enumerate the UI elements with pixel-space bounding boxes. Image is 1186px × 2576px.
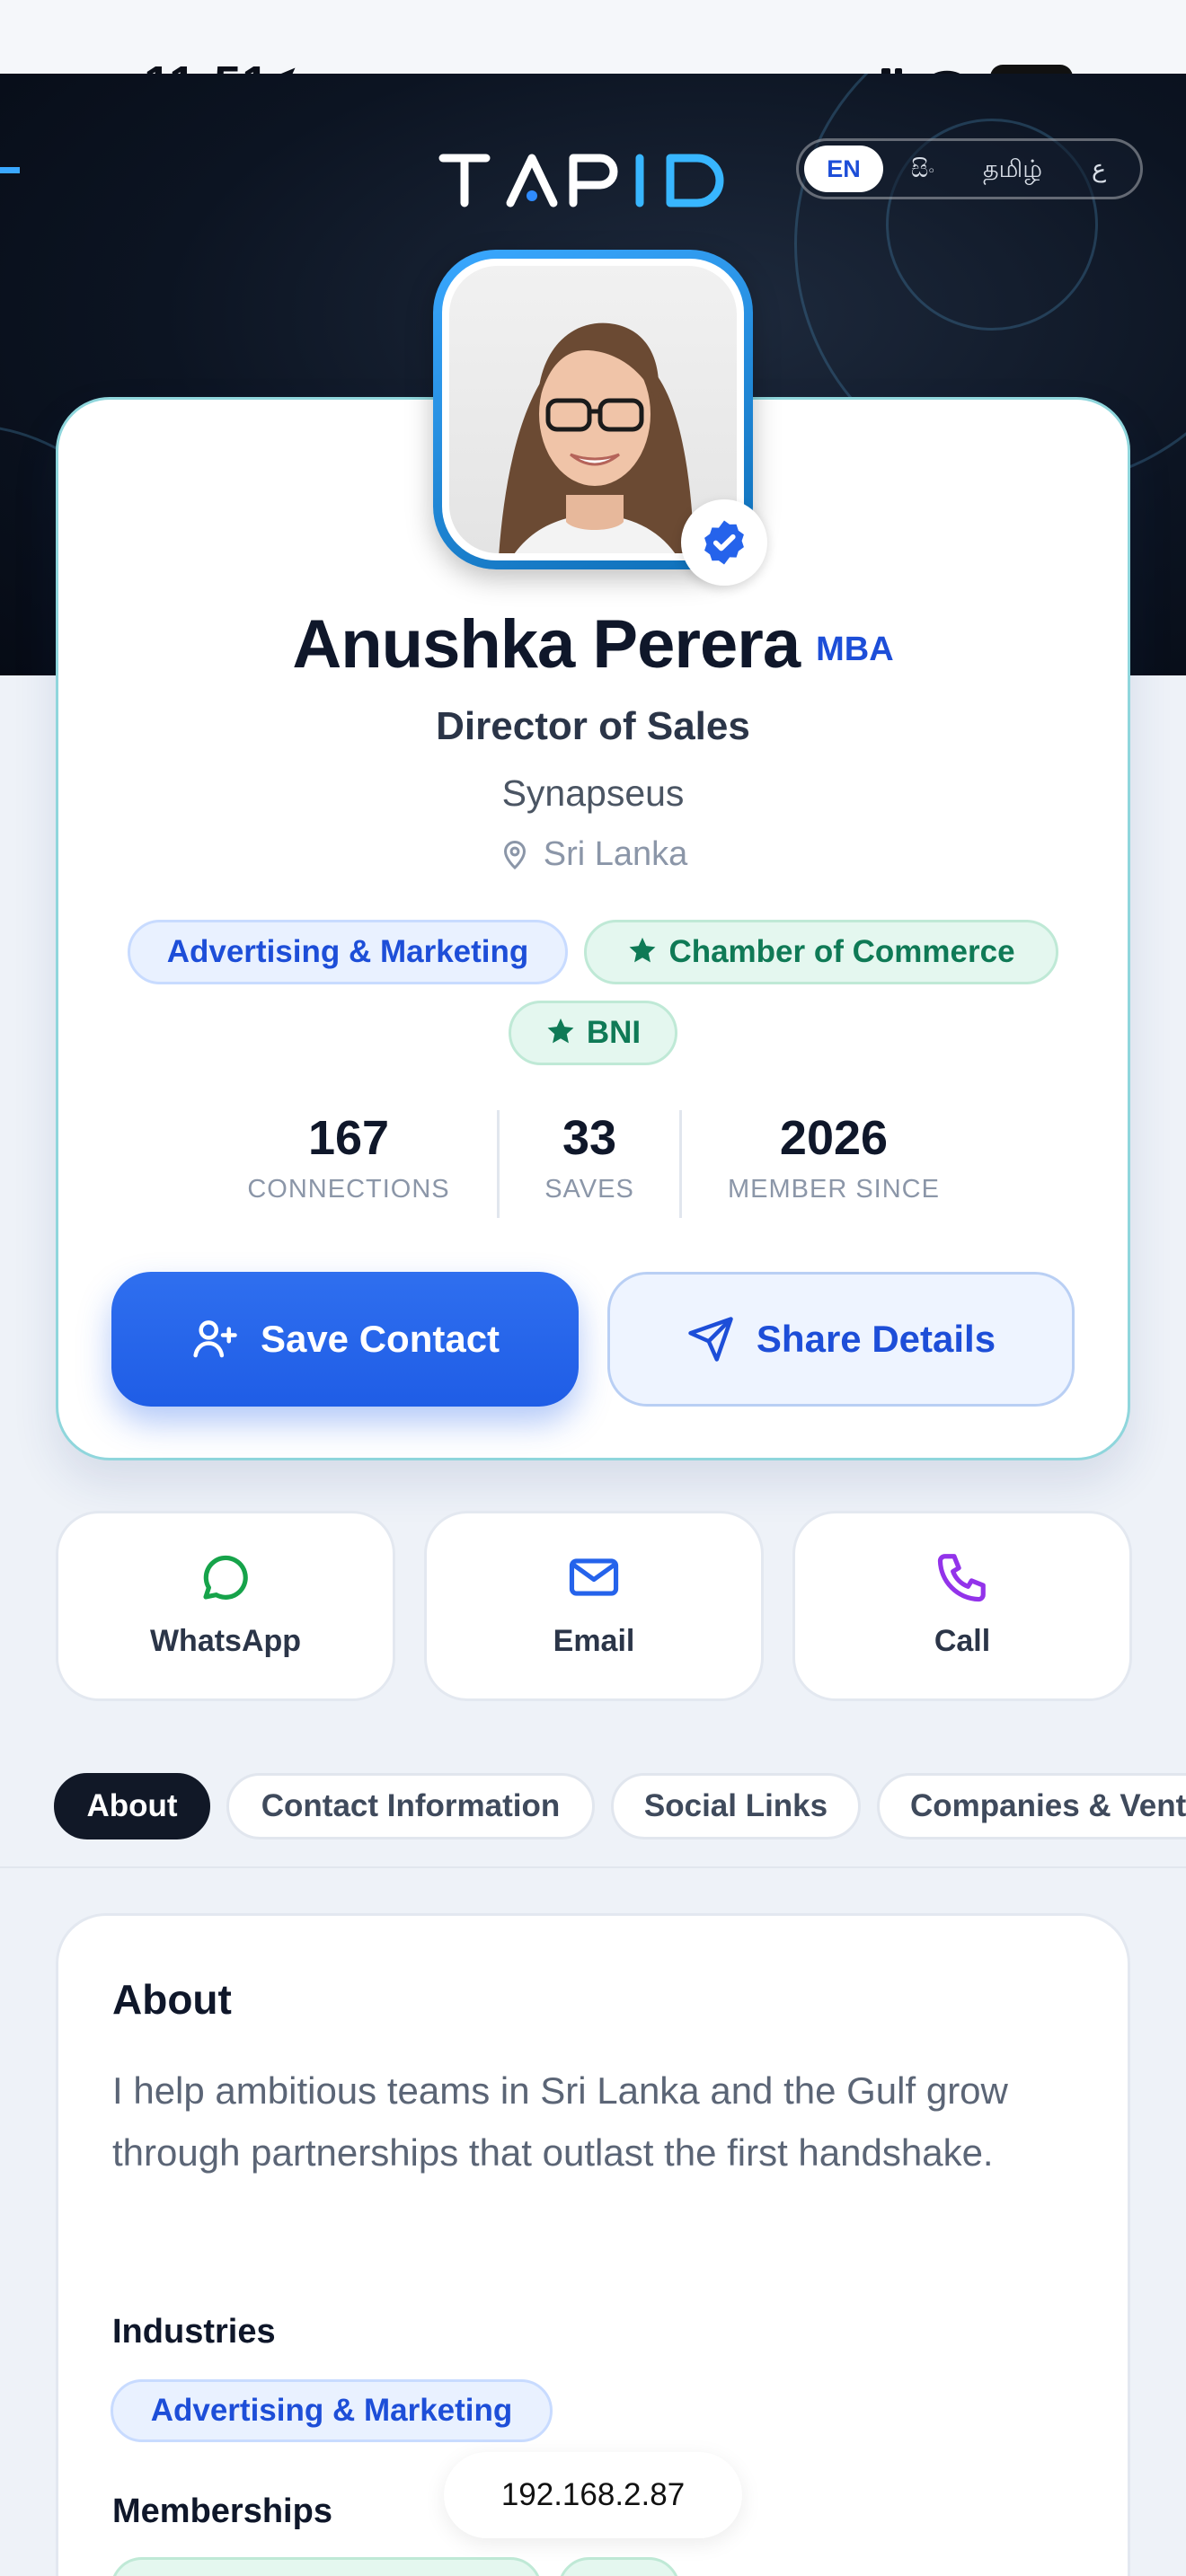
about-heading: About: [112, 1976, 232, 2023]
lang-option-arabic[interactable]: ع: [1063, 146, 1135, 192]
phone-icon: [937, 1554, 986, 1602]
section-tabs: About Contact Information Social Links C…: [0, 1769, 1186, 1843]
membership-chip[interactable]: [558, 2557, 680, 2576]
language-switcher: EN සිං தமிழ் ع: [796, 138, 1143, 199]
decorative-line: [0, 167, 20, 173]
industry-chip[interactable]: Advertising & Marketing: [111, 2379, 553, 2442]
location-label: Sri Lanka: [543, 835, 688, 873]
membership-chip[interactable]: Chamber of Commerce: [584, 920, 1058, 984]
lang-option-sinhala[interactable]: සිං: [883, 146, 962, 192]
tab-companies-ventures[interactable]: Companies & Vent: [877, 1773, 1186, 1839]
ip-address-pill: 192.168.2.87: [444, 2452, 742, 2538]
stat-connections: 167 CONNECTIONS: [232, 1110, 465, 1204]
call-action-button[interactable]: Call: [792, 1511, 1132, 1701]
stat-label: CONNECTIONS: [247, 1175, 450, 1204]
map-pin-icon: [503, 841, 526, 870]
quick-action-label: Call: [934, 1624, 991, 1658]
user-plus-icon: [193, 1320, 237, 1358]
stat-divider: [679, 1110, 682, 1218]
stat-label: SAVES: [544, 1175, 634, 1204]
tab-social-links[interactable]: Social Links: [611, 1773, 861, 1839]
brand-logo: [438, 154, 724, 207]
stat-divider: [497, 1110, 500, 1218]
star-icon: [629, 937, 656, 963]
quick-action-label: WhatsApp: [149, 1624, 302, 1658]
mail-icon: [569, 1558, 619, 1596]
tabs-divider: [0, 1866, 1186, 1868]
profile-location: Sri Lanka: [0, 835, 1186, 874]
quick-action-label: Email: [553, 1624, 635, 1658]
membership-chip-label: Chamber of Commerce: [668, 934, 1015, 969]
stat-value: 33: [562, 1111, 617, 1165]
stat-saves: 33 SAVES: [518, 1110, 661, 1204]
save-contact-button[interactable]: Save Contact: [111, 1272, 579, 1407]
profile-photo: [449, 266, 737, 553]
profile-company: Synapseus: [501, 772, 685, 814]
lang-option-en[interactable]: EN: [804, 146, 883, 192]
share-details-button[interactable]: Share Details: [607, 1272, 1075, 1407]
membership-chip[interactable]: [111, 2557, 542, 2576]
tab-contact-information[interactable]: Contact Information: [226, 1773, 595, 1839]
email-action-button[interactable]: Email: [424, 1511, 764, 1701]
share-details-label: Share Details: [756, 1318, 996, 1360]
save-contact-label: Save Contact: [260, 1318, 500, 1360]
membership-chip-label: BNI: [586, 1015, 642, 1050]
profile-name: Anushka Perera: [292, 606, 801, 683]
industry-chip[interactable]: Advertising & Marketing: [128, 920, 568, 984]
stat-member-since: 2026 MEMBER SINCE: [708, 1110, 960, 1204]
status-bar: 11:51 68: [0, 0, 1186, 110]
stat-value: 167: [307, 1111, 390, 1165]
stat-value: 2026: [779, 1111, 889, 1165]
profile-credential: MBA: [816, 631, 894, 668]
about-text: I help ambitious teams in Sri Lanka and …: [112, 2069, 1008, 2174]
profile-job-title: Director of Sales: [436, 704, 750, 748]
whatsapp-icon: [203, 1555, 248, 1600]
industries-heading: Industries: [112, 2313, 276, 2351]
verified-badge: [681, 499, 767, 586]
star-icon: [547, 1018, 574, 1044]
send-icon: [688, 1317, 733, 1362]
tab-about[interactable]: About: [54, 1773, 210, 1839]
memberships-heading: Memberships: [112, 2492, 332, 2530]
profile-name-row: Anushka Perera MBA: [0, 605, 1186, 684]
membership-chip[interactable]: BNI: [509, 1001, 677, 1065]
verified-check-icon: [704, 520, 744, 565]
lang-option-tamil[interactable]: தமிழ்: [962, 146, 1063, 192]
whatsapp-action-button[interactable]: WhatsApp: [56, 1511, 395, 1701]
stat-label: MEMBER SINCE: [728, 1175, 940, 1204]
